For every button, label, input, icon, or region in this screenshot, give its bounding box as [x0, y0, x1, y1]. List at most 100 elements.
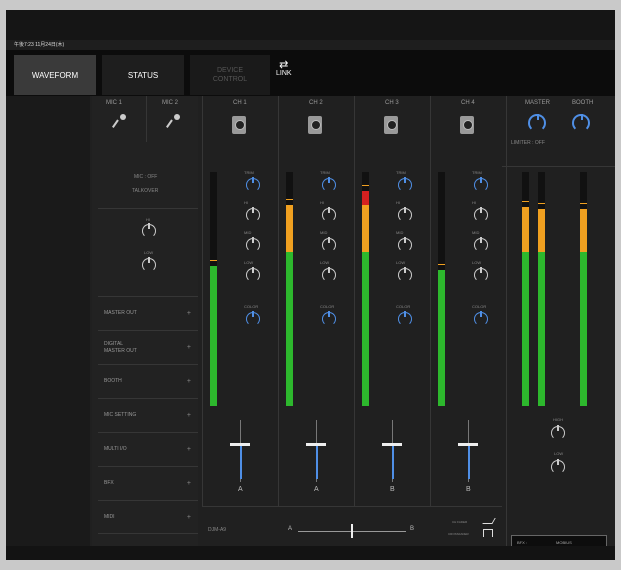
knob-tick	[480, 311, 482, 317]
screen: 午後7:23 11月24日(木) WAVEFORM STATUS DEVICE C…	[6, 10, 615, 560]
channel-fader[interactable]	[382, 443, 402, 446]
channel-divider	[202, 96, 203, 506]
menu-booth[interactable]: BOOTH +	[98, 364, 198, 398]
hi-knob[interactable]	[474, 207, 488, 222]
tab-device-control-line1: DEVICE	[216, 67, 244, 74]
master-meter-l	[522, 172, 529, 406]
color-knob[interactable]	[246, 311, 260, 326]
trim-knob[interactable]	[246, 177, 260, 192]
menu-mic-setting[interactable]: MIC SETTING +	[98, 398, 198, 432]
low-label: LOW	[396, 260, 406, 265]
crossfader-curve-icon[interactable]	[483, 529, 493, 537]
knob-tick	[404, 237, 406, 243]
color-knob[interactable]	[398, 311, 412, 326]
meter-orange	[286, 205, 293, 252]
crossfader-assign[interactable]: A	[314, 486, 319, 493]
mic-hi-label: HI	[146, 217, 150, 222]
knob-tick	[404, 177, 406, 183]
link-button[interactable]: ⇄ LINK	[276, 59, 292, 78]
crossfader-a-label: A	[288, 526, 293, 532]
mid-label: MID	[396, 230, 404, 235]
hi-knob[interactable]	[322, 207, 336, 222]
channel-fader[interactable]	[458, 443, 478, 446]
menu-booth-label: BOOTH	[104, 378, 122, 384]
fader-fill	[240, 445, 242, 479]
fader-fill	[316, 445, 318, 479]
low-knob[interactable]	[246, 267, 260, 282]
low-label: LOW	[320, 260, 330, 265]
mid-knob[interactable]	[398, 237, 412, 252]
channel-name: CH 3	[385, 100, 399, 106]
hi-label: HI	[320, 200, 324, 205]
menu-midi[interactable]: MIDI +	[98, 500, 198, 534]
menu-bfx[interactable]: BFX +	[98, 466, 198, 500]
crossfader-assign[interactable]: A	[238, 486, 243, 493]
master-low-knob[interactable]	[551, 459, 565, 474]
low-knob[interactable]	[322, 267, 336, 282]
crossfader-assign[interactable]: B	[390, 486, 395, 493]
ch-fader-curve-icon[interactable]	[482, 518, 496, 524]
mic-divider	[146, 96, 147, 142]
trim-label: TRIM	[320, 170, 330, 175]
low-label: LOW	[472, 260, 482, 265]
crossfader-knob[interactable]	[351, 524, 353, 538]
mic-separator	[98, 208, 198, 209]
mic-hi-knob[interactable]	[142, 223, 156, 238]
tab-device-control[interactable]: DEVICE CONTROL	[190, 55, 270, 95]
low-knob[interactable]	[398, 267, 412, 282]
mid-knob[interactable]	[322, 237, 336, 252]
knob-tick	[252, 237, 254, 243]
menu-digital-master-out[interactable]: DIGITAL MASTER OUT +	[98, 330, 198, 364]
deck-icon[interactable]	[460, 116, 474, 134]
menu-master-out[interactable]: MASTER OUT +	[98, 296, 198, 330]
menu-bfx-label: BFX	[104, 480, 114, 486]
link-label: LINK	[276, 70, 292, 77]
link-arrows-icon: ⇄	[279, 59, 289, 71]
menu-multi-io[interactable]: MULTI I/O +	[98, 432, 198, 466]
trim-knob[interactable]	[474, 177, 488, 192]
fader-fill	[468, 445, 470, 479]
channel-fader[interactable]	[306, 443, 326, 446]
color-label: COLOR	[396, 304, 411, 309]
booth-label: BOOTH	[572, 100, 594, 106]
color-knob[interactable]	[322, 311, 336, 326]
hi-knob[interactable]	[398, 207, 412, 222]
top-strip	[6, 10, 615, 40]
tab-waveform[interactable]: WAVEFORM	[14, 55, 96, 95]
mixer-panel: MIC 1 MIC 2 MIC : OFF TALKOVER HI LOW MA…	[6, 96, 615, 546]
deck-icon[interactable]	[232, 116, 246, 134]
hi-knob[interactable]	[246, 207, 260, 222]
booth-level-knob[interactable]	[572, 114, 590, 132]
color-knob[interactable]	[474, 311, 488, 326]
mic2-icon[interactable]	[166, 114, 180, 128]
meter-peak	[286, 199, 293, 200]
channel-fader[interactable]	[230, 443, 250, 446]
trim-label: TRIM	[472, 170, 482, 175]
deck-icon[interactable]	[384, 116, 398, 134]
trim-knob[interactable]	[398, 177, 412, 192]
mic-low-knob[interactable]	[142, 257, 156, 272]
tablet-frame: 午後7:23 11月24日(木) WAVEFORM STATUS DEVICE C…	[0, 0, 621, 570]
knob-tick	[404, 311, 406, 317]
crossfader-assign[interactable]: B	[466, 486, 471, 493]
tab-status[interactable]: STATUS	[102, 55, 184, 95]
deck-icon[interactable]	[308, 116, 322, 134]
meter-peak	[438, 264, 445, 265]
color-label: COLOR	[472, 304, 487, 309]
master-level-knob[interactable]	[528, 114, 546, 132]
crossfader-b-label: B	[410, 526, 415, 532]
plus-icon: +	[186, 378, 191, 385]
mid-knob[interactable]	[246, 237, 260, 252]
trim-knob[interactable]	[322, 177, 336, 192]
low-knob[interactable]	[474, 267, 488, 282]
ch-fader-curve-label: CH FADER	[452, 520, 468, 524]
plus-icon: +	[186, 412, 191, 419]
channel-divider	[354, 96, 355, 506]
mic1-icon[interactable]	[112, 114, 126, 128]
master-hi-knob[interactable]	[551, 425, 565, 440]
master-low-label: LOW	[554, 451, 564, 456]
mid-knob[interactable]	[474, 237, 488, 252]
meter-peak	[580, 203, 587, 204]
color-label: COLOR	[320, 304, 335, 309]
plus-icon: +	[186, 480, 191, 487]
